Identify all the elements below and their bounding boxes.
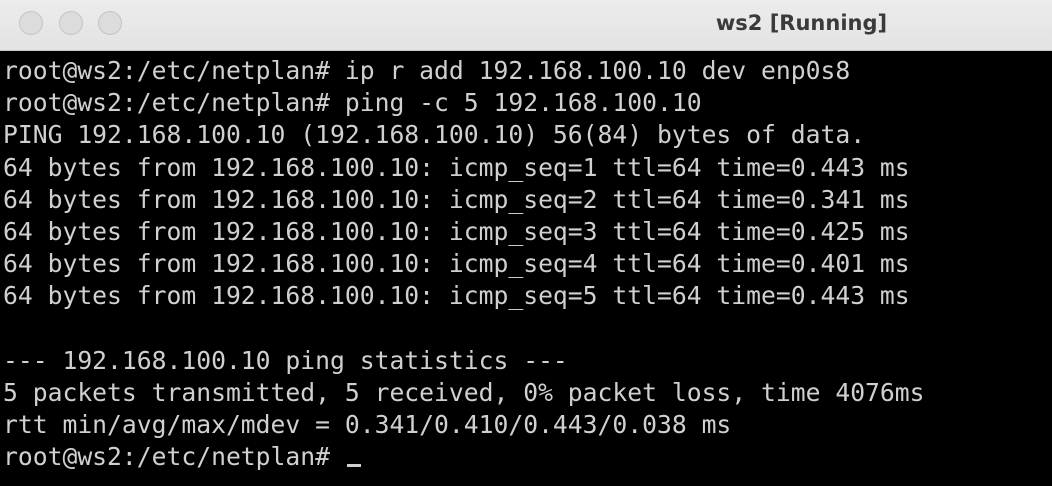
shell-prompt: root@ws2:/etc/netplan# [3,442,345,472]
terminal-line: 64 bytes from 192.168.100.10: icmp_seq=2… [3,184,910,214]
text-cursor [346,464,361,468]
terminal-console[interactable]: root@ws2:/etc/netplan# ip r add 192.168.… [3,55,1052,486]
terminal-line: 64 bytes from 192.168.100.10: icmp_seq=1… [3,152,910,182]
title-bar[interactable]: ws2 [Running] [0,0,1052,51]
terminal-line: 64 bytes from 192.168.100.10: icmp_seq=4… [3,249,910,279]
terminal-line: root@ws2:/etc/netplan# ip r add 192.168.… [3,56,851,85]
terminal-line: --- 192.168.100.10 ping statistics --- [3,345,568,375]
terminal-line: root@ws2:/etc/netplan# ping -c 5 192.168… [3,88,702,118]
vm-window: ws2 [Running] root@ws2:/etc/netplan# ip … [0,0,1052,486]
terminal-line: PING 192.168.100.10 (192.168.100.10) 56(… [3,120,866,150]
terminal-line: 5 packets transmitted, 5 received, 0% pa… [3,377,925,407]
terminal-line: 64 bytes from 192.168.100.10: icmp_seq=5… [3,281,910,311]
prompt-line[interactable]: root@ws2:/etc/netplan# [3,441,1052,473]
window-title: ws2 [Running] [715,11,888,35]
terminal-line: 64 bytes from 192.168.100.10: icmp_seq=3… [3,216,910,246]
terminal-line: rtt min/avg/max/mdev = 0.341/0.410/0.443… [3,410,732,440]
